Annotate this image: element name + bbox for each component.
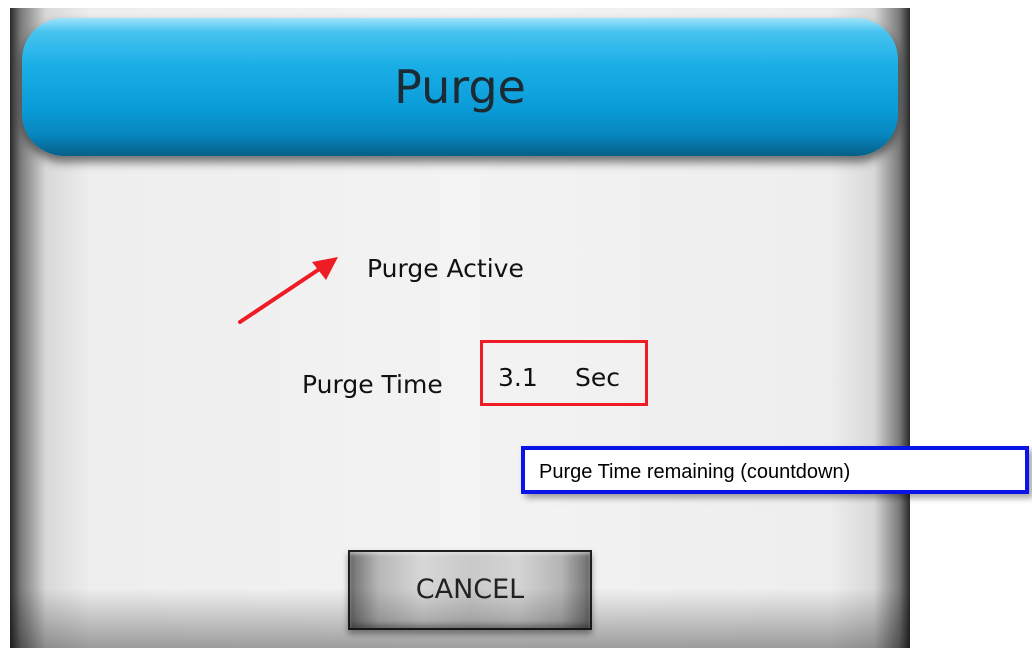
purge-status-text: Purge Active [367,254,524,283]
purge-time-unit: Sec [575,363,620,392]
screenshot-stage: Purge Purge Active Purge Time CANCEL 3.1… [0,0,1032,648]
purge-time-value: 3.1 [498,363,538,392]
purge-time-label: Purge Time [302,370,443,399]
purge-time-highlight-box: 3.1 Sec [480,340,648,406]
cancel-button-label: CANCEL [415,574,525,605]
dialog-title-bar: Purge [22,18,898,156]
purge-dialog: Purge Purge Active Purge Time CANCEL [10,8,910,648]
annotation-callout: Purge Time remaining (countdown) [521,446,1029,494]
cancel-button[interactable]: CANCEL [348,550,592,630]
dialog-title: Purge [394,60,526,114]
red-arrow-icon [238,257,338,324]
callout-text: Purge Time remaining (countdown) [539,461,851,483]
